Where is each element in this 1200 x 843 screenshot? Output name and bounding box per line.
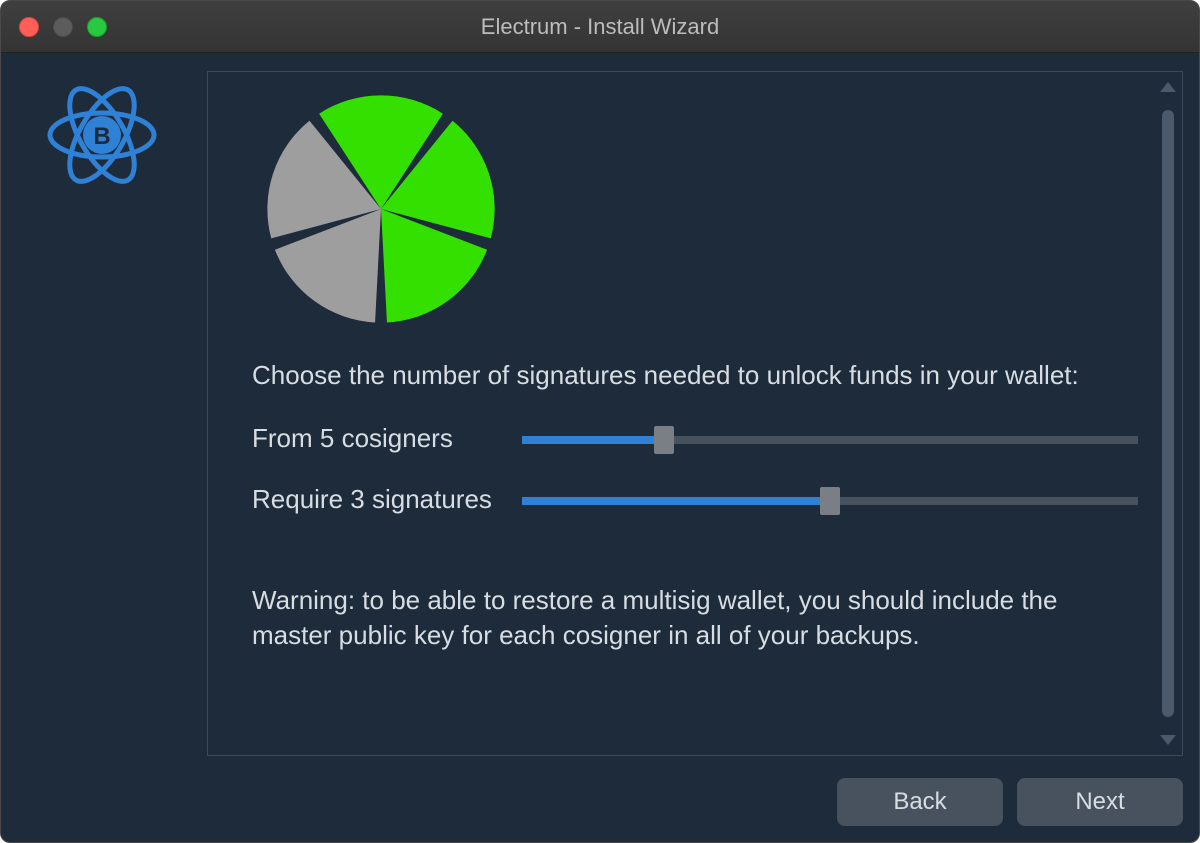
instruction-text: Choose the number of signatures needed t… (252, 358, 1138, 393)
maximize-window-button[interactable] (87, 17, 107, 37)
window-body: B Choose the number of signatures needed… (1, 53, 1199, 842)
minimize-window-button[interactable] (53, 17, 73, 37)
warning-text: Warning: to be able to restore a multisi… (252, 583, 1138, 653)
window-title: Electrum - Install Wizard (1, 14, 1199, 40)
main-row: B Choose the number of signatures needed… (17, 71, 1183, 756)
signatures-label: Require 3 signatures (252, 484, 522, 515)
slider-handle[interactable] (654, 426, 674, 454)
slider-fill (522, 497, 830, 505)
slider-fill (522, 436, 664, 444)
window-controls (1, 17, 107, 37)
scroll-up-icon[interactable] (1160, 82, 1176, 92)
cosigners-slider[interactable] (522, 426, 1138, 452)
logo-column: B (17, 71, 187, 756)
signatures-slider[interactable] (522, 487, 1138, 513)
signatures-row: Require 3 signatures (252, 484, 1138, 515)
slider-handle[interactable] (820, 487, 840, 515)
scroll-down-icon[interactable] (1160, 735, 1176, 745)
install-wizard-window: Electrum - Install Wizard B (0, 0, 1200, 843)
back-button[interactable]: Back (837, 778, 1003, 826)
next-button[interactable]: Next (1017, 778, 1183, 826)
cosigners-label: From 5 cosigners (252, 423, 522, 454)
content-frame: Choose the number of signatures needed t… (207, 71, 1183, 756)
titlebar: Electrum - Install Wizard (1, 1, 1199, 53)
svg-text:B: B (93, 123, 110, 150)
scroll-thumb[interactable] (1162, 110, 1174, 717)
scrollbar[interactable] (1160, 82, 1176, 745)
cosigners-row: From 5 cosigners (252, 423, 1138, 454)
multisig-pie-chart (256, 84, 506, 334)
electrum-logo-icon: B (42, 75, 162, 195)
footer: Back Next (17, 756, 1183, 826)
close-window-button[interactable] (19, 17, 39, 37)
